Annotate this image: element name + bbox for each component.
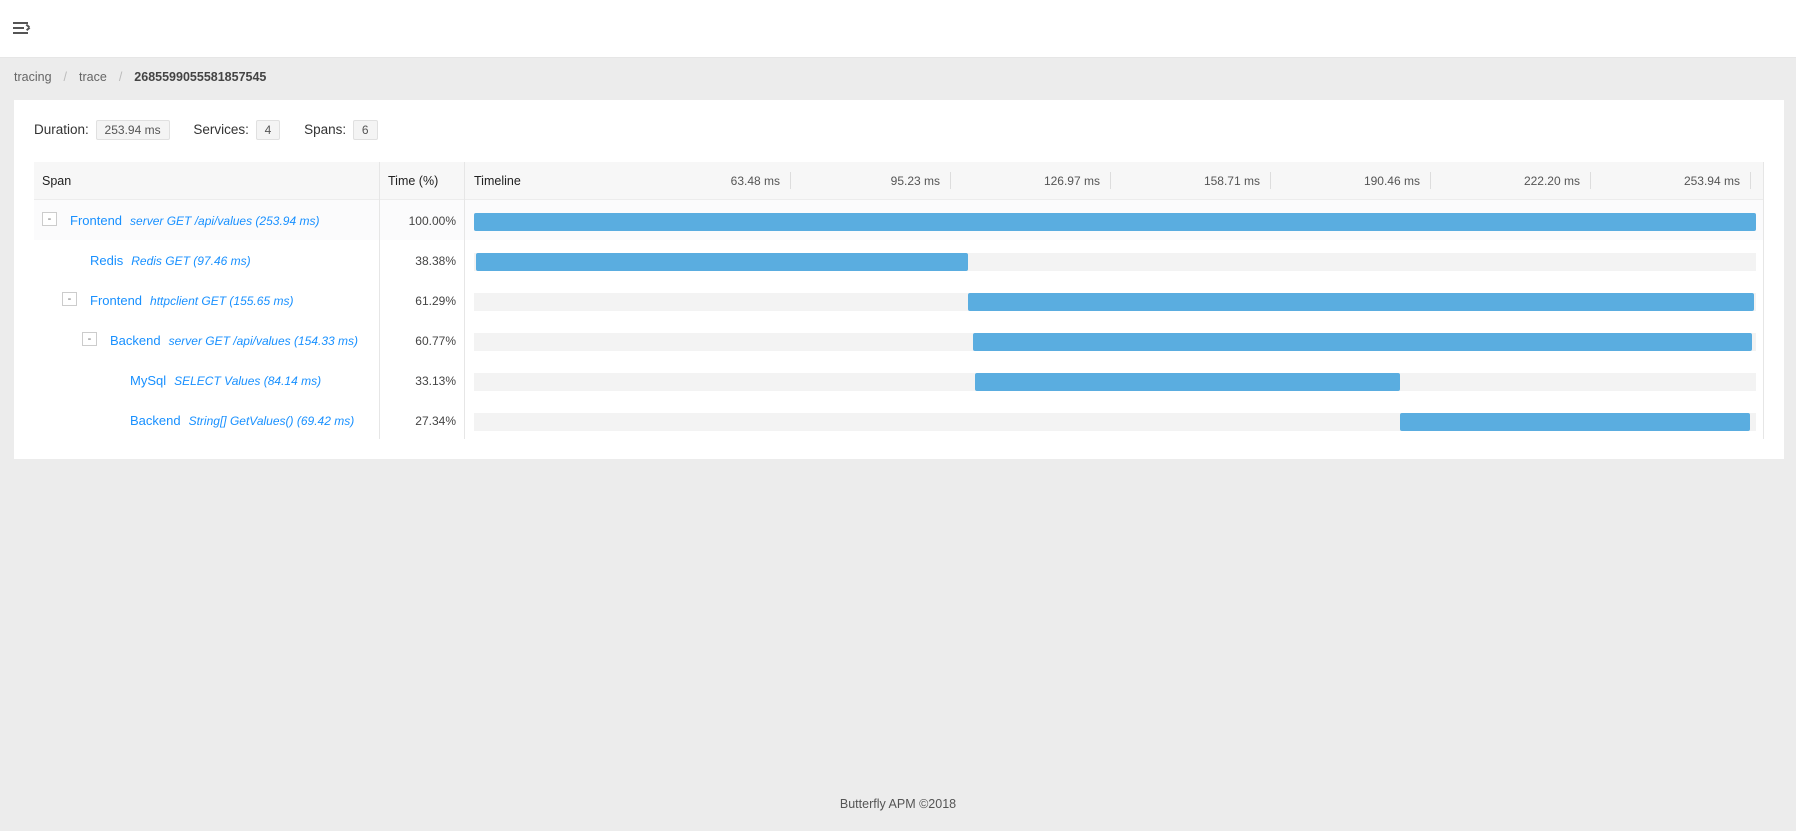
services-label: Services: [193, 122, 249, 137]
spans-label: Spans: [304, 122, 347, 137]
timeline-column-header: Timeline [474, 174, 521, 188]
timeline-track [474, 253, 1756, 271]
span-service-name: Redis [90, 253, 124, 268]
duration-value: 253.94 ms [95, 120, 170, 140]
breadcrumb-separator: / [63, 70, 68, 84]
table-header: Span Time (%) Timeline 63.48 ms 95.23 ms 1… [34, 162, 1764, 200]
trace-table: Span Time (%) Timeline 63.48 ms 95.23 ms 1… [34, 162, 1764, 440]
timeline-tick-divider [1430, 172, 1431, 189]
footer: Butterfly APM ©2018 [839, 797, 957, 811]
span-row: Backend String[] GetValues() (69.42 ms) 27… [34, 400, 1764, 440]
breadcrumb-current: 2685599055581857545 [134, 70, 267, 84]
span-row: - Backend server GET /api/values (154.33 m… [34, 320, 1764, 360]
trace-summary: Duration: 253.94 ms Services: 4 Spans: 6 [34, 120, 398, 140]
breadcrumb: tracing / trace / 2685599055581857545 [14, 70, 266, 84]
span-row: - Frontend server GET /api/values (253.94 … [34, 200, 1764, 240]
top-bar [0, 0, 1796, 58]
span-duration-bar[interactable] [968, 293, 1755, 311]
span-service-link[interactable]: Redis Redis GET (97.46 ms) [90, 253, 251, 268]
span-service-link[interactable]: Frontend httpclient GET (155.65 ms) [90, 293, 293, 308]
services-stat: Services: 4 [193, 120, 281, 140]
spans-value: 6 [352, 120, 378, 140]
time-column-header: Time (%) [388, 174, 439, 188]
collapse-toggle-button[interactable]: - [42, 212, 57, 226]
span-duration-bar[interactable] [476, 253, 969, 271]
trace-panel: Duration: 253.94 ms Services: 4 Spans: 6… [14, 100, 1784, 459]
timeline-track [474, 413, 1756, 431]
menu-fold-icon[interactable] [13, 20, 31, 36]
duration-stat: Duration: 253.94 ms [34, 120, 170, 140]
span-service-name: MySql [130, 373, 167, 388]
span-service-link[interactable]: MySql SELECT Values (84.14 ms) [130, 373, 321, 388]
services-value: 4 [255, 120, 281, 140]
timeline-track [474, 293, 1756, 311]
span-operation: server GET /api/values (253.94 ms) [130, 214, 320, 228]
span-row: - Frontend httpclient GET (155.65 ms) 61.29… [34, 280, 1764, 320]
span-duration-bar[interactable] [975, 373, 1401, 391]
timeline-tick-divider [1750, 172, 1751, 189]
breadcrumb-separator: / [118, 70, 123, 84]
span-operation: SELECT Values (84.14 ms) [174, 374, 322, 388]
timeline-tick-label: 253.94 ms [1683, 174, 1740, 188]
timeline-tick-label: 63.48 ms [730, 174, 780, 188]
span-service-link[interactable]: Backend server GET /api/values (154.33 ms… [110, 333, 358, 348]
column-divider [1763, 162, 1764, 439]
span-duration-bar[interactable] [474, 213, 1756, 231]
span-time-percent: 38.38% [415, 254, 456, 268]
timeline-tick-label: 158.71 ms [1203, 174, 1260, 188]
span-service-link[interactable]: Backend String[] GetValues() (69.42 ms) [130, 413, 354, 428]
span-service-link[interactable]: Frontend server GET /api/values (253.94 m… [70, 213, 319, 228]
duration-label: Duration: [34, 122, 89, 137]
span-duration-bar[interactable] [1399, 413, 1751, 431]
column-divider [379, 162, 380, 439]
timeline-track [474, 213, 1756, 231]
spans-stat: Spans: 6 [304, 120, 378, 140]
timeline-tick-divider [1270, 172, 1271, 189]
timeline-track [474, 333, 1756, 351]
span-operation: server GET /api/values (154.33 ms) [168, 334, 358, 348]
timeline-tick-label: 95.23 ms [890, 174, 940, 188]
span-operation: String[] GetValues() (69.42 ms) [188, 414, 355, 428]
timeline-tick-divider [790, 172, 791, 189]
span-column-header: Span [42, 174, 72, 188]
span-time-percent: 61.29% [415, 294, 456, 308]
span-operation: Redis GET (97.46 ms) [131, 254, 251, 268]
collapse-toggle-button[interactable]: - [82, 332, 97, 346]
collapse-toggle-button[interactable]: - [62, 292, 77, 306]
span-service-name: Backend [110, 333, 161, 348]
breadcrumb-trace[interactable]: trace [79, 70, 107, 84]
timeline-tick-divider [1110, 172, 1111, 189]
span-row: Redis Redis GET (97.46 ms) 38.38% [34, 240, 1764, 280]
timeline-tick-label: 190.46 ms [1363, 174, 1420, 188]
breadcrumb-tracing[interactable]: tracing [14, 70, 52, 84]
timeline-track [474, 373, 1756, 391]
timeline-tick-label: 126.97 ms [1043, 174, 1100, 188]
column-divider [464, 162, 465, 439]
timeline-tick-divider [1590, 172, 1591, 189]
span-service-name: Backend [130, 413, 181, 428]
span-rows: - Frontend server GET /api/values (253.94 … [34, 200, 1764, 440]
span-operation: httpclient GET (155.65 ms) [150, 294, 294, 308]
span-time-percent: 60.77% [415, 334, 456, 348]
span-service-name: Frontend [70, 213, 123, 228]
span-time-percent: 100.00% [408, 214, 456, 228]
span-time-percent: 33.13% [415, 374, 456, 388]
span-service-name: Frontend [90, 293, 143, 308]
timeline-tick-divider [950, 172, 951, 189]
span-time-percent: 27.34% [415, 414, 456, 428]
span-duration-bar[interactable] [973, 333, 1753, 351]
span-row: MySql SELECT Values (84.14 ms) 33.13% [34, 360, 1764, 400]
timeline-tick-label: 222.20 ms [1523, 174, 1580, 188]
